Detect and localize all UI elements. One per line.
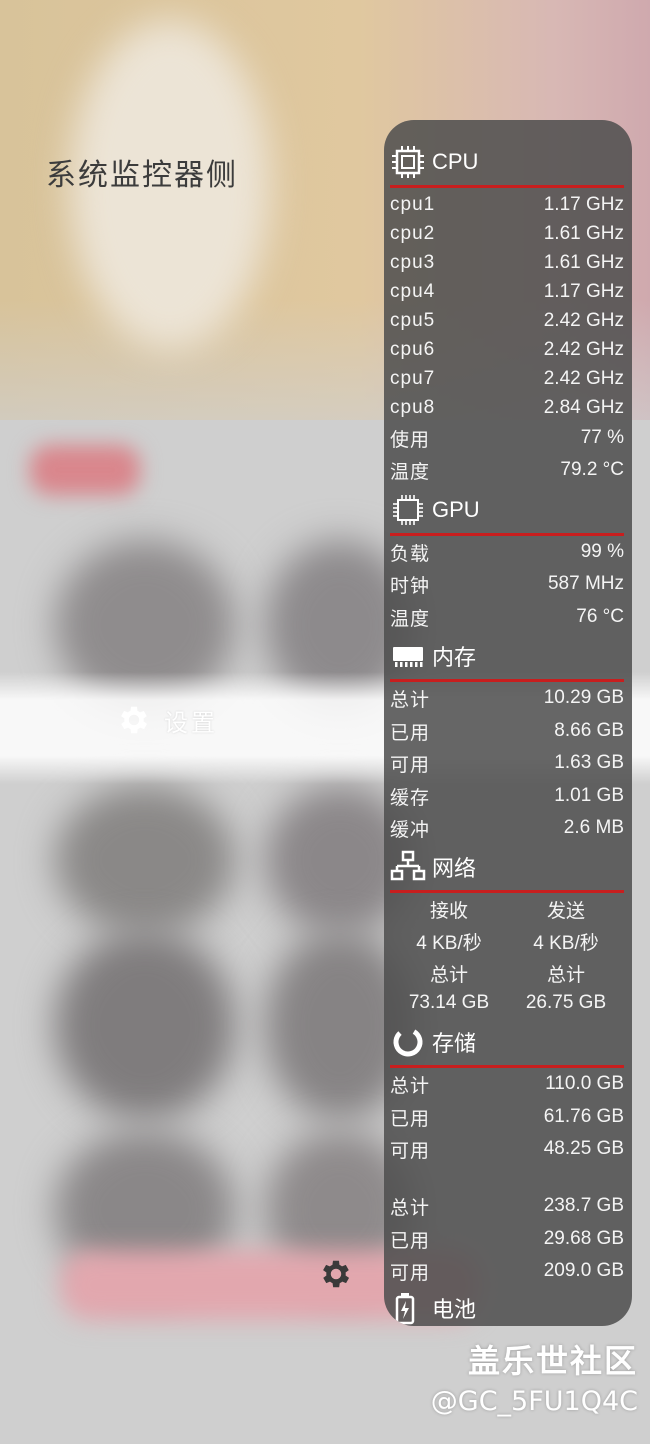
cpu-temperature-row: 温度 79.2 °C: [390, 459, 624, 483]
network-receive-total-label: 总计: [429, 965, 468, 986]
gpu-temperature-row: 温度 76 °C: [390, 606, 624, 630]
memory-used-row: 已用 8.66 GB: [390, 720, 624, 744]
system-monitor-panel[interactable]: CPU cpu1 1.17 GHz cpu2 1.61 GHz cpu3 1.61 G…: [384, 120, 632, 1326]
cpu-divider: [390, 185, 624, 188]
storage-used-row: 已用 29.68 GB: [390, 1228, 624, 1252]
storage-divider: [390, 1065, 624, 1068]
cpu-title: CPU: [432, 149, 479, 174]
memory-divider: [390, 679, 624, 682]
memory-section-header: 内存: [390, 636, 476, 676]
memory-available-row: 可用 1.63 GB: [390, 752, 624, 776]
gear-icon[interactable]: [318, 1256, 354, 1292]
cpu-row: cpu7 2.42 GHz: [390, 368, 624, 389]
network-icon: [390, 850, 426, 881]
app-title: 系统监控器侧: [46, 158, 238, 193]
network-send-total: 26.75 GB: [525, 992, 607, 1013]
gear-icon: [121, 706, 148, 734]
memory-buffer-row: 缓冲 2.6 MB: [390, 817, 624, 841]
network-section-header: 网络: [390, 847, 476, 887]
settings-button[interactable]: 设置: [116, 702, 218, 738]
cpu-row: cpu8 2.84 GHz: [390, 397, 624, 418]
network-divider: [390, 890, 624, 893]
storage-title: 存储: [432, 1031, 477, 1056]
gpu-title: GPU: [432, 497, 480, 522]
gpu-icon: [393, 495, 423, 525]
network-title: 网络: [432, 856, 477, 881]
network-send-total-label: 总计: [546, 965, 585, 986]
cpu-icon: [392, 146, 424, 178]
battery-section-header: 电池: [390, 1288, 476, 1326]
cpu-row: cpu2 1.61 GHz: [390, 223, 624, 244]
network-receive-label: 接收: [429, 901, 468, 922]
battery-title: 电池: [432, 1297, 477, 1322]
cpu-row: cpu4 1.17 GHz: [390, 281, 624, 302]
storage-available-row: 可用 209.0 GB: [390, 1260, 624, 1284]
network-receive-total: 73.14 GB: [408, 992, 490, 1013]
cpu-row: cpu3 1.61 GHz: [390, 252, 624, 273]
network-send-label: 发送: [546, 901, 585, 922]
cpu-usage-row: 使用 77 %: [390, 427, 624, 451]
cpu-row: cpu1 1.17 GHz: [390, 194, 624, 215]
memory-title: 内存: [432, 645, 477, 670]
memory-total-row: 总计 10.29 GB: [390, 687, 624, 711]
cpu-section-header: CPU: [390, 142, 478, 182]
storage-section-header: 存储: [390, 1022, 476, 1062]
watermark-user-id: @GC_5FU1Q4C: [430, 1386, 638, 1417]
network-receive-rate: 4 KB/秒: [416, 933, 482, 954]
memory-icon: [393, 647, 423, 667]
storage-available-row: 可用 48.25 GB: [390, 1138, 624, 1162]
cpu-row: cpu6 2.42 GHz: [390, 339, 624, 360]
storage-total-row: 总计 238.7 GB: [390, 1195, 624, 1219]
gpu-clock-row: 时钟 587 MHz: [390, 573, 624, 597]
gpu-load-row: 负载 99 %: [390, 541, 624, 565]
storage-ring-icon: [393, 1027, 423, 1057]
memory-cache-row: 缓存 1.01 GB: [390, 785, 624, 809]
gpu-section-header: GPU: [390, 490, 480, 530]
storage-total-row: 总计 110.0 GB: [390, 1073, 624, 1097]
watermark-community: 盖乐世社区: [467, 1342, 638, 1380]
settings-label: 设置: [164, 708, 218, 737]
cpu-row: cpu5 2.42 GHz: [390, 310, 624, 331]
network-send-rate: 4 KB/秒: [533, 933, 599, 954]
storage-used-row: 已用 61.76 GB: [390, 1106, 624, 1130]
battery-icon: [395, 1293, 415, 1325]
gpu-divider: [390, 533, 624, 536]
